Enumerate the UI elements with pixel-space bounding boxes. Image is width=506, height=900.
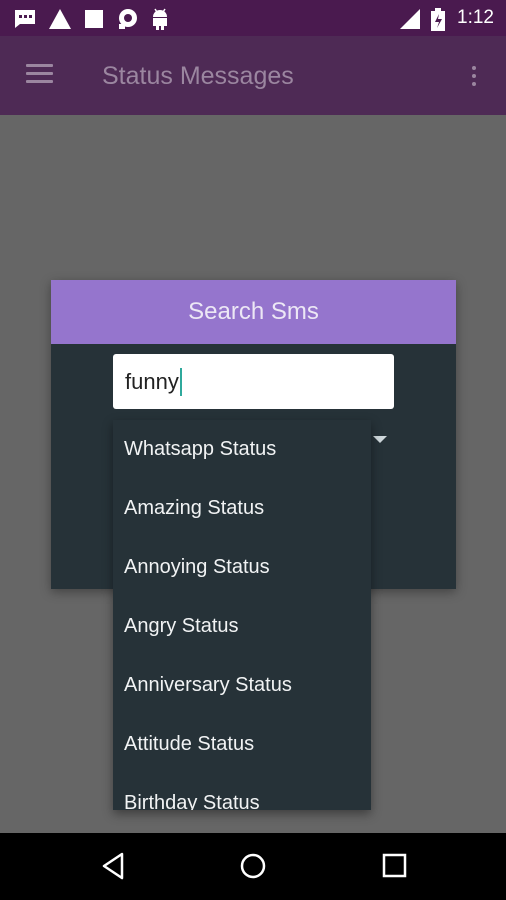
navigation-bar <box>0 833 506 900</box>
dropdown-arrow-icon[interactable] <box>373 436 387 443</box>
recents-icon[interactable] <box>380 851 410 881</box>
android-icon <box>153 8 167 30</box>
status-bar: 1:12 <box>0 0 506 36</box>
dialog-title: Search Sms <box>51 280 456 344</box>
home-icon[interactable] <box>238 851 268 881</box>
dropdown-item-attitude-status[interactable]: Attitude Status <box>113 715 371 774</box>
app-title: Status Messages <box>102 62 294 90</box>
text-cursor <box>179 367 182 396</box>
dropdown-item-birthday-status[interactable]: Birthday Status <box>113 774 371 810</box>
location-icon <box>119 9 137 29</box>
battery-icon <box>431 8 445 31</box>
status-time: 1:12 <box>457 7 494 28</box>
dropdown-item-annoying-status[interactable]: Annoying Status <box>113 538 371 597</box>
overflow-menu-icon[interactable] <box>472 66 476 90</box>
search-input[interactable]: funny <box>113 354 394 409</box>
app-bar: Status Messages <box>0 36 506 115</box>
square-icon <box>85 10 103 28</box>
dropdown-item-anniversary-status[interactable]: Anniversary Status <box>113 656 371 715</box>
message-icon <box>15 10 35 28</box>
warning-icon <box>49 9 71 29</box>
menu-icon[interactable] <box>26 64 53 88</box>
dropdown-item-angry-status[interactable]: Angry Status <box>113 597 371 656</box>
back-icon[interactable] <box>99 851 129 881</box>
search-input-value: funny <box>125 368 179 394</box>
dropdown-item-amazing-status[interactable]: Amazing Status <box>113 479 371 538</box>
signal-icon <box>400 9 420 29</box>
dropdown-item-whatsapp-status[interactable]: Whatsapp Status <box>113 420 371 479</box>
category-dropdown: Whatsapp Status Amazing Status Annoying … <box>113 420 371 810</box>
